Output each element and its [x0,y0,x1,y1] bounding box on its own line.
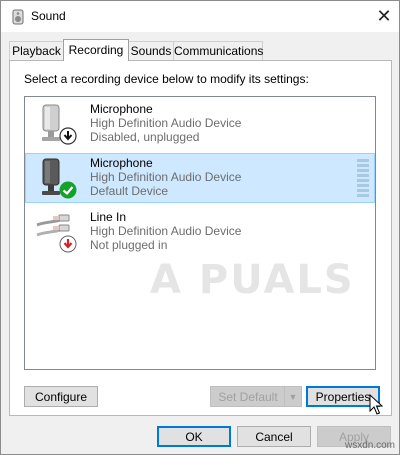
site-watermark: wsxdn.com [344,440,395,451]
red-down-arrow-badge-icon [59,235,77,253]
device-driver: High Definition Audio Device [90,224,242,238]
device-name: Microphone [90,156,153,170]
down-arrow-badge-icon [59,127,77,145]
list-item-microphone-disabled[interactable]: Microphone High Definition Audio Device … [25,99,375,149]
level-meter-icon [357,159,369,197]
set-default-dropdown[interactable]: ▼ [284,386,302,407]
tab-playback[interactable]: Playback [9,41,64,60]
close-button[interactable]: ✕ [369,1,399,32]
appuals-watermark: A PUALS [150,257,355,303]
device-driver: High Definition Audio Device [90,170,242,184]
configure-button[interactable]: Configure [24,386,98,407]
speaker-icon [12,9,24,25]
sound-dialog: Sound ✕ Playback Recording Sounds Commun… [0,0,400,455]
device-list[interactable]: Microphone High Definition Audio Device … [24,96,376,370]
device-name: Microphone [90,102,153,116]
mouse-cursor-icon [369,394,383,415]
set-default-button[interactable]: Set Default [210,386,286,407]
recording-panel: Select a recording device below to modif… [9,60,392,416]
chevron-down-icon: ▼ [288,391,298,402]
title-bar[interactable]: Sound ✕ [1,1,399,32]
list-item-microphone-default[interactable]: Microphone High Definition Audio Device … [25,153,375,203]
device-name: Line In [90,210,127,224]
green-check-badge-icon [59,181,77,199]
tab-recording[interactable]: Recording [63,39,129,61]
device-status: Default Device [90,184,169,198]
instruction-text: Select a recording device below to modif… [24,72,309,86]
window-title: Sound [31,9,66,23]
ok-button[interactable]: OK [157,426,231,447]
cancel-button[interactable]: Cancel [237,426,311,447]
close-icon: ✕ [376,6,392,26]
device-driver: High Definition Audio Device [90,116,242,130]
tab-sounds[interactable]: Sounds [128,41,174,60]
list-item-line-in[interactable]: Line In High Definition Audio Device Not… [25,207,375,257]
tab-strip: Playback Recording Sounds Communications [9,39,393,61]
tab-communications[interactable]: Communications [173,41,263,60]
device-status: Disabled, unplugged [90,130,200,144]
device-status: Not plugged in [90,238,168,252]
